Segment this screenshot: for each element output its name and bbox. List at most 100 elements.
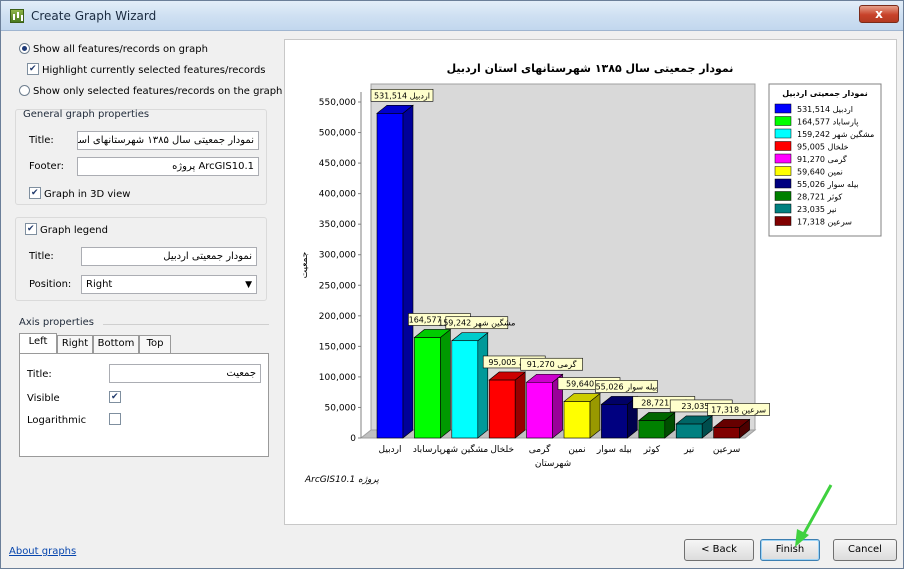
- bar: [414, 337, 441, 439]
- about-graphs-link[interactable]: About graphs: [9, 546, 76, 557]
- bar: [601, 404, 628, 439]
- chart-title: نمودار جمعیتی سال ۱۳۸۵ شهرستانهای استان …: [447, 62, 734, 75]
- legend-title-label: Title:: [29, 251, 54, 262]
- data-label: 55,026 بیله سوار: [596, 382, 658, 391]
- bar: [451, 340, 479, 439]
- legend-position-select[interactable]: Right ▼: [81, 275, 257, 294]
- bar-side: [402, 104, 414, 439]
- axis-visible-label: Visible: [27, 393, 60, 404]
- axis-title-label: Title:: [27, 369, 52, 380]
- general-title-label: Title:: [29, 135, 54, 146]
- legend-entry: 55,026 بیله سوار: [797, 180, 859, 189]
- bar: [675, 423, 703, 439]
- chart-preview: نمودار جمعیتی سال ۱۳۸۵ شهرستانهای استان …: [284, 39, 897, 525]
- y-tick-label: 300,000: [319, 251, 356, 261]
- option-highlight[interactable]: Highlight currently selected features/re…: [27, 63, 266, 76]
- title-bar[interactable]: Create Graph Wizard x: [1, 1, 903, 31]
- tab-left[interactable]: Left: [19, 333, 57, 353]
- legend-swatch: [774, 216, 792, 226]
- legend-swatch: [774, 141, 792, 151]
- y-tick-label: 200,000: [319, 312, 356, 322]
- bar: [526, 381, 553, 439]
- bar: [376, 112, 404, 439]
- legend-swatch: [774, 103, 792, 114]
- left-panel: Show all features/records on graph Highl…: [5, 35, 282, 530]
- tab-bottom[interactable]: Bottom: [93, 335, 139, 353]
- checkbox-axis-visible[interactable]: [109, 391, 121, 403]
- legend-swatch: [774, 178, 792, 189]
- bar: [488, 379, 516, 439]
- back-button[interactable]: < Back: [684, 539, 754, 561]
- chevron-down-icon: ▼: [245, 280, 252, 290]
- general-footer-label: Footer:: [29, 161, 65, 172]
- cancel-button[interactable]: Cancel: [833, 539, 897, 561]
- y-tick-label: 0: [350, 434, 356, 444]
- option-show-all-label: Show all features/records on graph: [33, 44, 208, 55]
- x-tick-label: پارساباد: [413, 445, 443, 455]
- legend-title-input[interactable]: نمودار جمعیتی اردبیل: [81, 247, 257, 266]
- x-tick-label: بیله سوار: [596, 445, 632, 455]
- bar: [713, 427, 740, 439]
- y-tick-label: 500,000: [319, 129, 356, 139]
- option-show-selected[interactable]: Show only selected features/records on t…: [19, 85, 282, 97]
- arrow-head: [795, 529, 809, 547]
- legend-swatch: [774, 128, 792, 139]
- general-caption: General graph properties: [23, 109, 150, 120]
- legend-entry: 28,721 کوثر: [797, 193, 842, 202]
- tab-right[interactable]: Right: [57, 335, 93, 353]
- window-title: Create Graph Wizard: [31, 9, 157, 23]
- graph-footer-input[interactable]: ArcGIS10.1 پروژه: [77, 157, 259, 176]
- x-tick-label: اردبیل: [379, 445, 402, 455]
- y-tick-label: 250,000: [319, 281, 356, 291]
- y-tick-label: 550,000: [319, 98, 356, 108]
- checkbox-legend[interactable]: [25, 223, 37, 235]
- bar-side: [440, 328, 451, 439]
- x-tick-label: نمین: [568, 445, 585, 455]
- y-tick-label: 150,000: [319, 342, 356, 352]
- y-tick-label: 50,000: [325, 403, 357, 413]
- legend-entry: 91,270 گرمی: [797, 154, 847, 164]
- x-tick-label: خلخال: [490, 445, 514, 455]
- option-3d[interactable]: Graph in 3D view: [29, 187, 130, 200]
- bar-side: [477, 332, 489, 439]
- radio-show-selected[interactable]: [19, 85, 30, 96]
- legend-position-value: Right: [86, 279, 113, 290]
- option-show-selected-label: Show only selected features/records on t…: [33, 86, 283, 97]
- radio-show-all[interactable]: [19, 43, 30, 54]
- pointer-arrow-icon: [795, 484, 833, 547]
- graph-title-input[interactable]: نمودار جمعیتی سال ۱۳۸۵ شهرستانهای استان …: [77, 131, 259, 150]
- legend-entry: 164,577 پارساباد: [797, 118, 859, 127]
- chart-footer: ArcGIS10.1 پروژه: [304, 475, 379, 485]
- y-tick-label: 350,000: [319, 220, 356, 230]
- wizard-window: Create Graph Wizard x Show all features/…: [0, 0, 904, 569]
- legend-entry: 59,640 نمین: [797, 168, 843, 177]
- arrow-shaft: [799, 484, 833, 540]
- checkbox-highlight[interactable]: [27, 63, 39, 75]
- axis-log-label: Logarithmic: [27, 415, 87, 426]
- x-tick-label: مشگین شهر: [440, 443, 488, 455]
- axis-title-input[interactable]: جمعیت: [109, 364, 261, 383]
- axis-caption: Axis properties: [19, 317, 94, 328]
- legend-swatch: [774, 166, 792, 176]
- x-tick-label: نیر: [683, 445, 694, 455]
- legend-position-label: Position:: [29, 279, 72, 290]
- checkbox-3d[interactable]: [29, 187, 41, 199]
- option-legend[interactable]: Graph legend: [25, 223, 108, 236]
- tab-top[interactable]: Top: [139, 335, 171, 353]
- option-highlight-label: Highlight currently selected features/re…: [42, 65, 266, 76]
- legend-entry: 23,035 نیر: [797, 205, 837, 214]
- legend-entry: 17,318 سرعین: [797, 218, 852, 227]
- bar-chart: نمودار جمعیتی سال ۱۳۸۵ شهرستانهای استان …: [300, 62, 882, 485]
- close-button[interactable]: x: [859, 5, 899, 23]
- data-label: 91,270 گرمی: [527, 359, 577, 369]
- data-label: 531,514 اردبیل: [374, 91, 430, 100]
- y-tick-label: 400,000: [319, 190, 356, 200]
- bar: [638, 420, 666, 439]
- option-show-all[interactable]: Show all features/records on graph: [19, 43, 208, 55]
- checkbox-axis-log[interactable]: [109, 413, 121, 425]
- legend-entry: 159,242 مشگین شهر: [797, 129, 874, 139]
- option-3d-label: Graph in 3D view: [44, 189, 131, 200]
- x-tick-label: سرعین: [713, 445, 740, 455]
- legend-entry: 95,005 خلخال: [797, 143, 849, 152]
- legend-swatch: [774, 116, 792, 126]
